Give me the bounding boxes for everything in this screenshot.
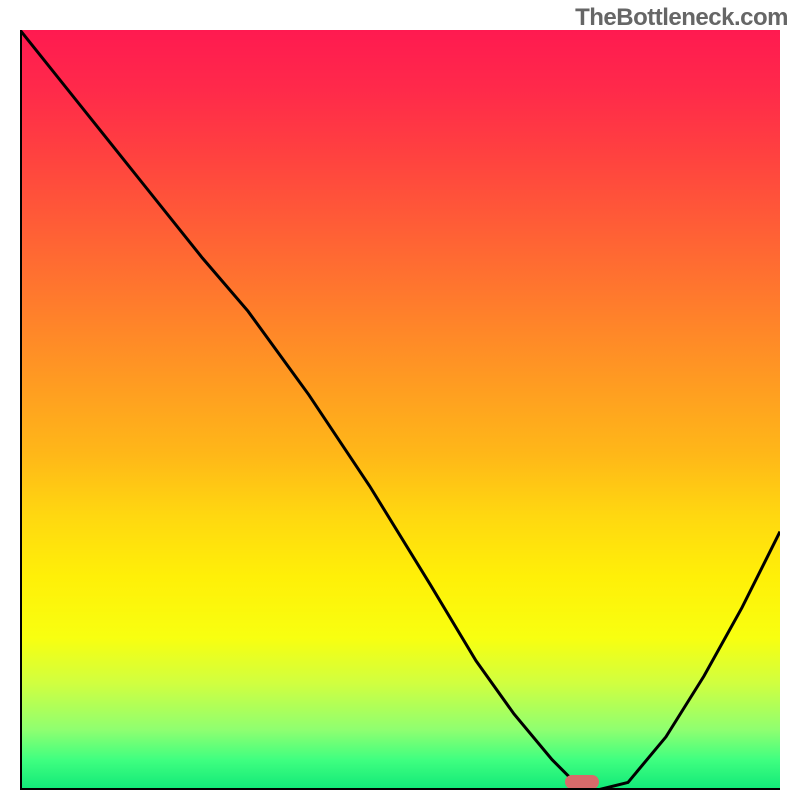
- plot-area: [20, 30, 780, 790]
- watermark-text: TheBottleneck.com: [575, 4, 788, 32]
- axes-border: [20, 30, 780, 790]
- chart-container: [20, 30, 780, 790]
